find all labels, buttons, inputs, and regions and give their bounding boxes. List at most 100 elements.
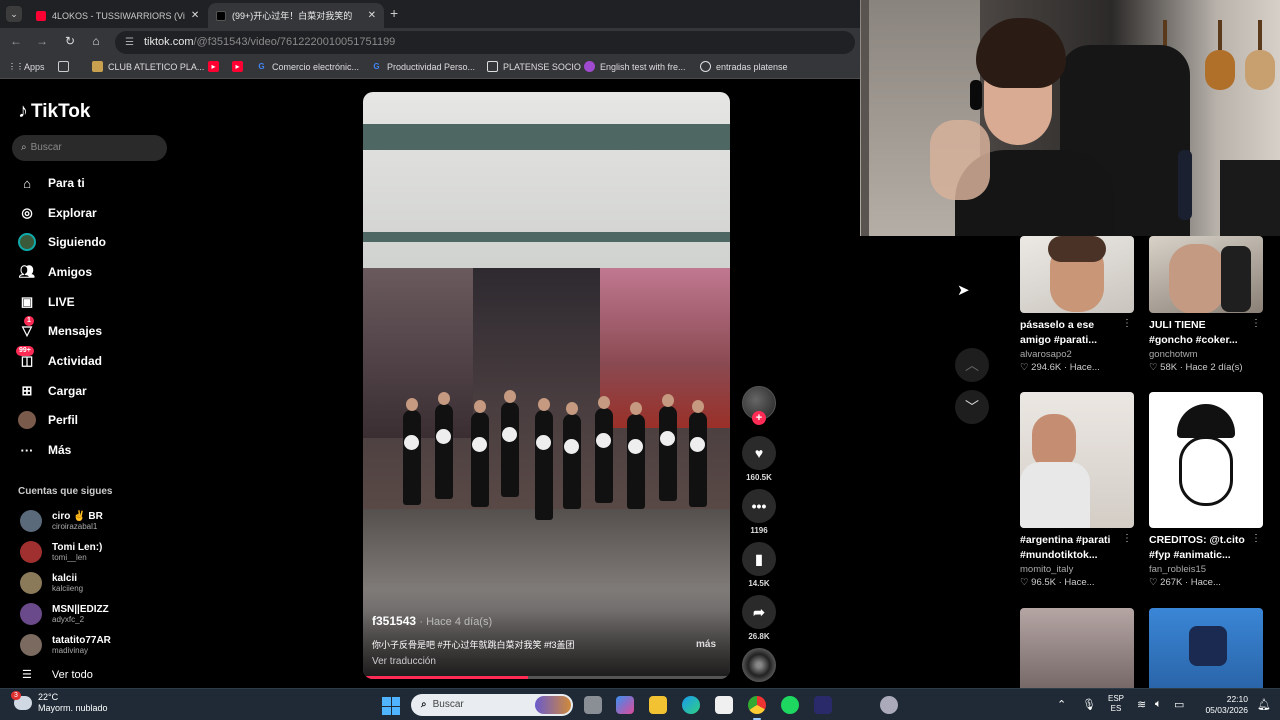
notification-bell-icon[interactable]: 🔔︎: [1257, 698, 1271, 711]
battery-icon[interactable]: ▭: [1174, 698, 1184, 711]
messages-icon: ▽ 1: [22, 316, 34, 338]
wifi-icon[interactable]: ≋: [1137, 698, 1146, 711]
home-button[interactable]: ⌂: [88, 34, 104, 48]
video-card[interactable]: ⋮ JULI TIENE #goncho #coker... gonchotwm…: [1149, 236, 1263, 373]
browser-tab-tiktok[interactable]: (99+)开心过年！白菜对我笑的 ✕: [208, 3, 384, 28]
settings-app-icon[interactable]: [880, 696, 898, 714]
account-username: madivinay: [52, 645, 89, 655]
following-account[interactable]: MSN||EDIZZ adyxfc_2: [20, 601, 220, 627]
following-account[interactable]: ciro ✌ BR ciroirazabal1: [20, 508, 220, 534]
video-card[interactable]: [1149, 608, 1263, 688]
comment-button[interactable]: ••• 1196: [742, 489, 776, 535]
following-account[interactable]: Tomi Len:) tomi__len: [20, 539, 220, 565]
weather-widget[interactable]: 3 22°C Mayorm. nublado: [11, 691, 108, 714]
microphone-icon[interactable]: 🎙︎: [1082, 698, 1096, 711]
card-stats: ♡ 96.5K · Hace...: [1020, 577, 1095, 588]
next-video-button[interactable]: ﹀: [955, 390, 989, 424]
caption-more-button[interactable]: más: [696, 639, 716, 650]
bookmark-productividad[interactable]: G Productividad Perso...: [371, 61, 475, 72]
save-button[interactable]: ▮ 14.5K: [742, 542, 776, 588]
video-frame-dancer: [435, 392, 453, 499]
reload-button[interactable]: ↻: [62, 34, 78, 48]
nav-mensajes[interactable]: ▽ 1 Mensajes: [18, 316, 103, 342]
video-player[interactable]: f351543 · Hace 4 día(s) 你小子反骨是吧 #开心过年就跳白…: [363, 92, 730, 679]
close-tab-icon[interactable]: ✕: [185, 10, 199, 21]
bookmark-english-test[interactable]: English test with fre...: [584, 61, 686, 72]
taskbar-search[interactable]: ⌕ Buscar: [411, 694, 573, 716]
tab-search-button[interactable]: ⌄: [6, 6, 22, 22]
account-name: Tomi Len:): [52, 541, 103, 553]
video-thumbnail: [1020, 608, 1134, 688]
spotify-icon[interactable]: [781, 696, 799, 714]
video-card[interactable]: ⋮ #argentina #parati #mundotiktok... mom…: [1020, 392, 1134, 588]
bookmark-youtube-2[interactable]: ▸: [232, 61, 248, 72]
sound-disc[interactable]: [742, 648, 776, 682]
close-tab-icon[interactable]: ✕: [362, 10, 376, 21]
clock[interactable]: 22:10 05/03/2026: [1196, 694, 1248, 716]
language-indicator[interactable]: ESP ES: [1108, 694, 1124, 714]
messages-badge: 1: [24, 316, 34, 326]
bookmark-youtube-1[interactable]: ▸: [208, 61, 224, 72]
browser-tab-youtube[interactable]: 4LOKOS - TUSSIWARRIORS (Vi ✕: [28, 3, 204, 28]
nav-para-ti[interactable]: ⌂ Para ti: [18, 172, 85, 194]
forward-button[interactable]: →: [34, 34, 50, 48]
start-button[interactable]: [382, 697, 400, 715]
video-card[interactable]: [1020, 608, 1134, 688]
search-input[interactable]: ⌕ Buscar: [12, 135, 167, 161]
video-author[interactable]: f351543 · Hace 4 día(s): [372, 614, 492, 628]
bookmark-platense-socio[interactable]: PLATENSE SOCIO: [487, 61, 581, 72]
nav-label: Mensajes: [48, 324, 103, 338]
like-button[interactable]: ♥ 160.5K: [742, 436, 776, 482]
following-account[interactable]: kalcii kalciieng: [20, 570, 220, 596]
card-title: #argentina #parati #mundotiktok...: [1020, 534, 1111, 561]
more-options-icon[interactable]: ⋮: [1122, 318, 1132, 329]
volume-icon[interactable]: 🔈︎: [1155, 698, 1162, 711]
edge-icon[interactable]: [682, 696, 700, 714]
video-card[interactable]: ⋮ CREDITOS: @t.cito #fyp #animatic... fa…: [1149, 392, 1263, 588]
nav-mas[interactable]: ··· Más: [18, 439, 72, 461]
card-author: momito_italy: [1020, 564, 1074, 575]
video-card[interactable]: ⋮ pásaselo a ese amigo #parati... alvaro…: [1020, 236, 1134, 373]
address-bar[interactable]: ☰ tiktok.com/@f351543/video/7612220010051…: [115, 31, 855, 54]
task-view-icon[interactable]: [584, 696, 602, 714]
save-count: 14.5K: [748, 579, 770, 588]
more-options-icon[interactable]: ⋮: [1251, 533, 1261, 544]
chevron-up-icon[interactable]: ⌃: [1057, 698, 1066, 711]
bookmark-apps[interactable]: ⋮⋮ Apps: [8, 61, 45, 72]
more-options-icon[interactable]: ⋮: [1122, 533, 1132, 544]
copilot-icon[interactable]: [616, 696, 634, 714]
follow-plus-button[interactable]: +: [752, 411, 766, 425]
new-tab-button[interactable]: +: [390, 5, 398, 21]
bookmark-grid[interactable]: [58, 61, 74, 72]
nav-amigos[interactable]: 👥︎ Amigos: [18, 261, 92, 283]
tiktok-note-icon: ♪: [18, 100, 28, 122]
nav-cargar[interactable]: ⊞ Cargar: [18, 380, 87, 402]
site-info-icon[interactable]: ☰: [125, 37, 134, 48]
chrome-icon[interactable]: [748, 696, 766, 720]
comment-icon: •••: [742, 489, 776, 523]
tiktok-logo[interactable]: ♪ TikTok: [18, 100, 90, 123]
file-explorer-icon[interactable]: [649, 696, 667, 714]
nav-live[interactable]: ▣ LIVE: [18, 291, 75, 313]
share-button[interactable]: ➦ 26.8K: [742, 595, 776, 641]
nav-actividad[interactable]: ◫ 99+ Actividad: [16, 346, 102, 372]
previous-video-button[interactable]: ︿: [955, 348, 989, 382]
card-stats: ♡ 267K · Hace...: [1149, 577, 1221, 588]
bookmark-club-atletico[interactable]: CLUB ATLETICO PLA...: [92, 61, 204, 72]
following-account[interactable]: tatatito77AR madivinay: [20, 632, 220, 658]
nav-siguiendo[interactable]: Siguiendo: [18, 231, 106, 253]
webcam-microphone: [1178, 150, 1192, 220]
store-icon[interactable]: [715, 696, 733, 714]
see-translation-link[interactable]: Ver traducción: [372, 656, 436, 667]
see-all-button[interactable]: ☰ Ver todo: [22, 668, 93, 682]
nav-explorar[interactable]: ◎ Explorar: [18, 202, 96, 224]
nav-label: Siguiendo: [48, 235, 106, 249]
youtube-icon: [36, 10, 46, 21]
bookmark-comercio[interactable]: G Comercio electrónic...: [256, 61, 359, 72]
back-button[interactable]: ←: [8, 34, 24, 48]
video-progress-bar[interactable]: [363, 676, 730, 679]
nav-perfil[interactable]: Perfil: [18, 409, 78, 431]
app-icon[interactable]: [814, 696, 832, 714]
bookmark-entradas-platense[interactable]: entradas platense: [700, 61, 788, 72]
more-options-icon[interactable]: ⋮: [1251, 318, 1261, 329]
